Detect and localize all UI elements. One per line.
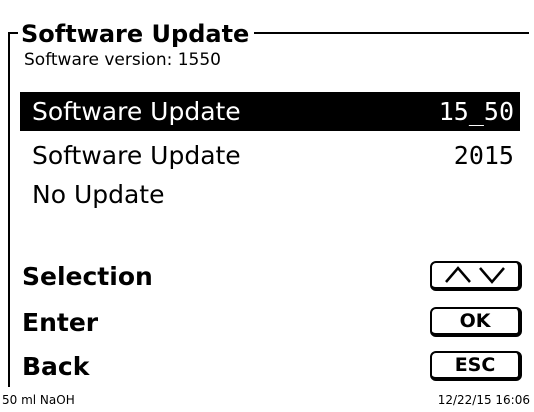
ok-button[interactable]: OK (430, 307, 522, 337)
selection-row: Selection (22, 256, 522, 296)
selection-label: Selection (22, 261, 153, 291)
caret-up-icon (445, 266, 471, 283)
menu-item-no-update[interactable]: No Update (20, 175, 520, 214)
back-label: Back (22, 351, 90, 381)
caret-down-icon (479, 267, 505, 284)
esc-button[interactable]: ESC (430, 351, 522, 381)
status-reagent: 50 ml NaOH (2, 393, 75, 407)
menu-item-software-update-15-50[interactable]: Software Update 15_50 (20, 92, 520, 131)
menu-item-software-update-2015[interactable]: Software Update 2015 (20, 136, 520, 175)
menu-item-label: No Update (32, 180, 165, 209)
menu-item-value: 15_50 (438, 97, 514, 126)
selection-arrows-button[interactable] (430, 261, 522, 291)
menu-item-label: Software Update (32, 141, 241, 170)
software-version-text: Software version: 1550 (24, 50, 222, 70)
back-row: Back ESC (22, 346, 522, 386)
page-title: Software Update (18, 20, 255, 48)
up-down-arrows-icon (445, 266, 505, 284)
menu-item-value: 2015 (453, 141, 514, 170)
enter-row: Enter OK (22, 302, 522, 342)
menu-item-label: Software Update (32, 97, 241, 126)
enter-label: Enter (22, 307, 99, 337)
status-datetime: 12/22/15 16:06 (437, 393, 530, 407)
